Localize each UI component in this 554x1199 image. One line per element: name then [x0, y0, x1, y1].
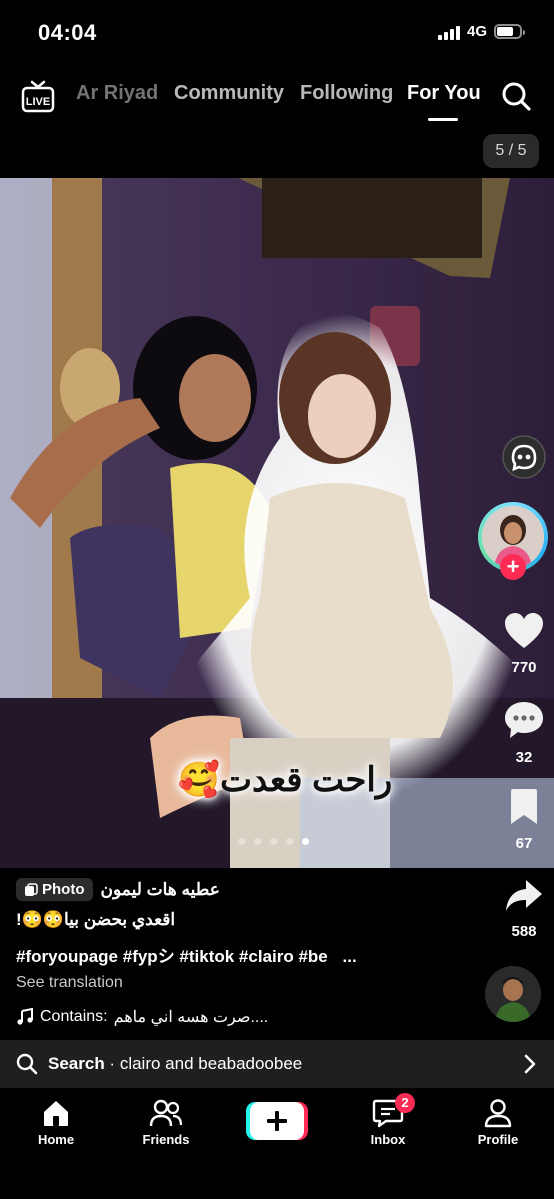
ai-assistant-button[interactable]	[494, 434, 554, 485]
nav-profile-label: Profile	[477, 1132, 519, 1147]
nav-home-label: Home	[37, 1132, 75, 1147]
signal-icon	[438, 26, 460, 40]
more-text[interactable]: ...	[343, 947, 357, 966]
nav-friends[interactable]: Friends	[126, 1098, 206, 1147]
create-button[interactable]	[246, 1102, 308, 1140]
tab-community[interactable]: Community	[174, 82, 284, 105]
sound-row[interactable]: Contains: صرت هسه اني ماهم....	[16, 1007, 466, 1027]
active-tab-indicator	[428, 118, 458, 121]
like-count: 770	[511, 659, 537, 676]
ai-face-icon	[502, 435, 546, 479]
nav-inbox[interactable]: Inbox	[348, 1098, 428, 1147]
nav-profile[interactable]: Profile	[458, 1098, 538, 1147]
home-icon	[44, 1101, 68, 1126]
profile-icon	[484, 1099, 512, 1128]
nav-inbox-label: Inbox	[370, 1132, 406, 1147]
slide-dot	[270, 838, 277, 845]
comment-button[interactable]: 32	[494, 700, 554, 766]
tab-ar-riyad[interactable]: Ar Riyad	[76, 82, 158, 105]
bottom-nav: Home Friends Inbox Profile	[0, 1088, 554, 1199]
plus-icon	[246, 1102, 308, 1140]
photo-counter: 5 / 5	[483, 134, 539, 168]
author-name[interactable]: عطيه هات ليمون	[101, 880, 220, 900]
follow-plus-icon[interactable]: +	[500, 554, 526, 580]
save-button[interactable]: 67	[494, 788, 554, 852]
sound-disc[interactable]	[485, 966, 541, 1022]
bookmark-icon	[511, 789, 537, 824]
related-search-bar[interactable]: Search · clairo and beabadoobee	[0, 1040, 554, 1088]
related-search-text: Search · clairo and beabadoobee	[48, 1054, 303, 1073]
battery-icon	[494, 24, 525, 39]
network-type: 4G	[467, 23, 488, 40]
friends-icon	[149, 1099, 183, 1127]
share-count: 588	[511, 923, 537, 940]
post-hashtags[interactable]: #foryoupage #fypシ #tiktok #clairo #be ..…	[16, 942, 466, 967]
photo-overlay-text: راحت قعدت🥰	[177, 761, 393, 799]
chevron-right-icon	[524, 1054, 536, 1074]
nav-home[interactable]: Home	[16, 1098, 96, 1147]
status-bar: 04:04 4G	[0, 0, 554, 64]
tab-following[interactable]: Following	[300, 82, 393, 105]
photo-stack-icon	[25, 882, 38, 896]
music-note-icon	[17, 1008, 33, 1025]
post-description: اقعدي بحضن بيا😳😳!	[16, 910, 176, 929]
slide-dot	[286, 838, 293, 845]
hashtags-text[interactable]: #foryoupage #fypシ #tiktok #clairo #be	[16, 947, 328, 966]
nav-friends-label: Friends	[142, 1132, 190, 1147]
top-nav: LIVE Ar Riyad Community Following For Yo…	[0, 72, 554, 122]
see-translation-link[interactable]: See translation	[16, 974, 466, 992]
slide-dot	[238, 838, 245, 845]
creator-avatar[interactable]: +	[478, 502, 548, 580]
author-row: عطيه هات ليمون Photo	[16, 878, 466, 901]
like-button[interactable]: 770	[494, 612, 554, 676]
sound-title: صرت هسه اني ماهم....	[113, 1009, 269, 1026]
live-icon[interactable]: LIVE	[20, 78, 56, 114]
slide-dot	[302, 838, 309, 845]
search-icon	[16, 1053, 38, 1075]
share-button[interactable]: 588	[494, 878, 554, 940]
inbox-badge: 2	[395, 1093, 415, 1113]
slide-dot	[254, 838, 261, 845]
sound-prefix: Contains:	[40, 1008, 108, 1025]
comment-count: 32	[515, 749, 533, 766]
svg-text:LIVE: LIVE	[26, 96, 50, 108]
photo-badge-label: Photo	[42, 881, 85, 898]
slide-indicator	[238, 838, 309, 845]
save-count: 67	[515, 835, 533, 852]
heart-icon	[505, 613, 543, 648]
share-arrow-icon	[506, 880, 542, 911]
status-time: 04:04	[38, 20, 97, 45]
comment-icon	[505, 702, 543, 738]
photo-badge: Photo	[16, 878, 93, 901]
search-icon[interactable]	[500, 80, 532, 112]
tab-for-you[interactable]: For You	[407, 82, 481, 105]
